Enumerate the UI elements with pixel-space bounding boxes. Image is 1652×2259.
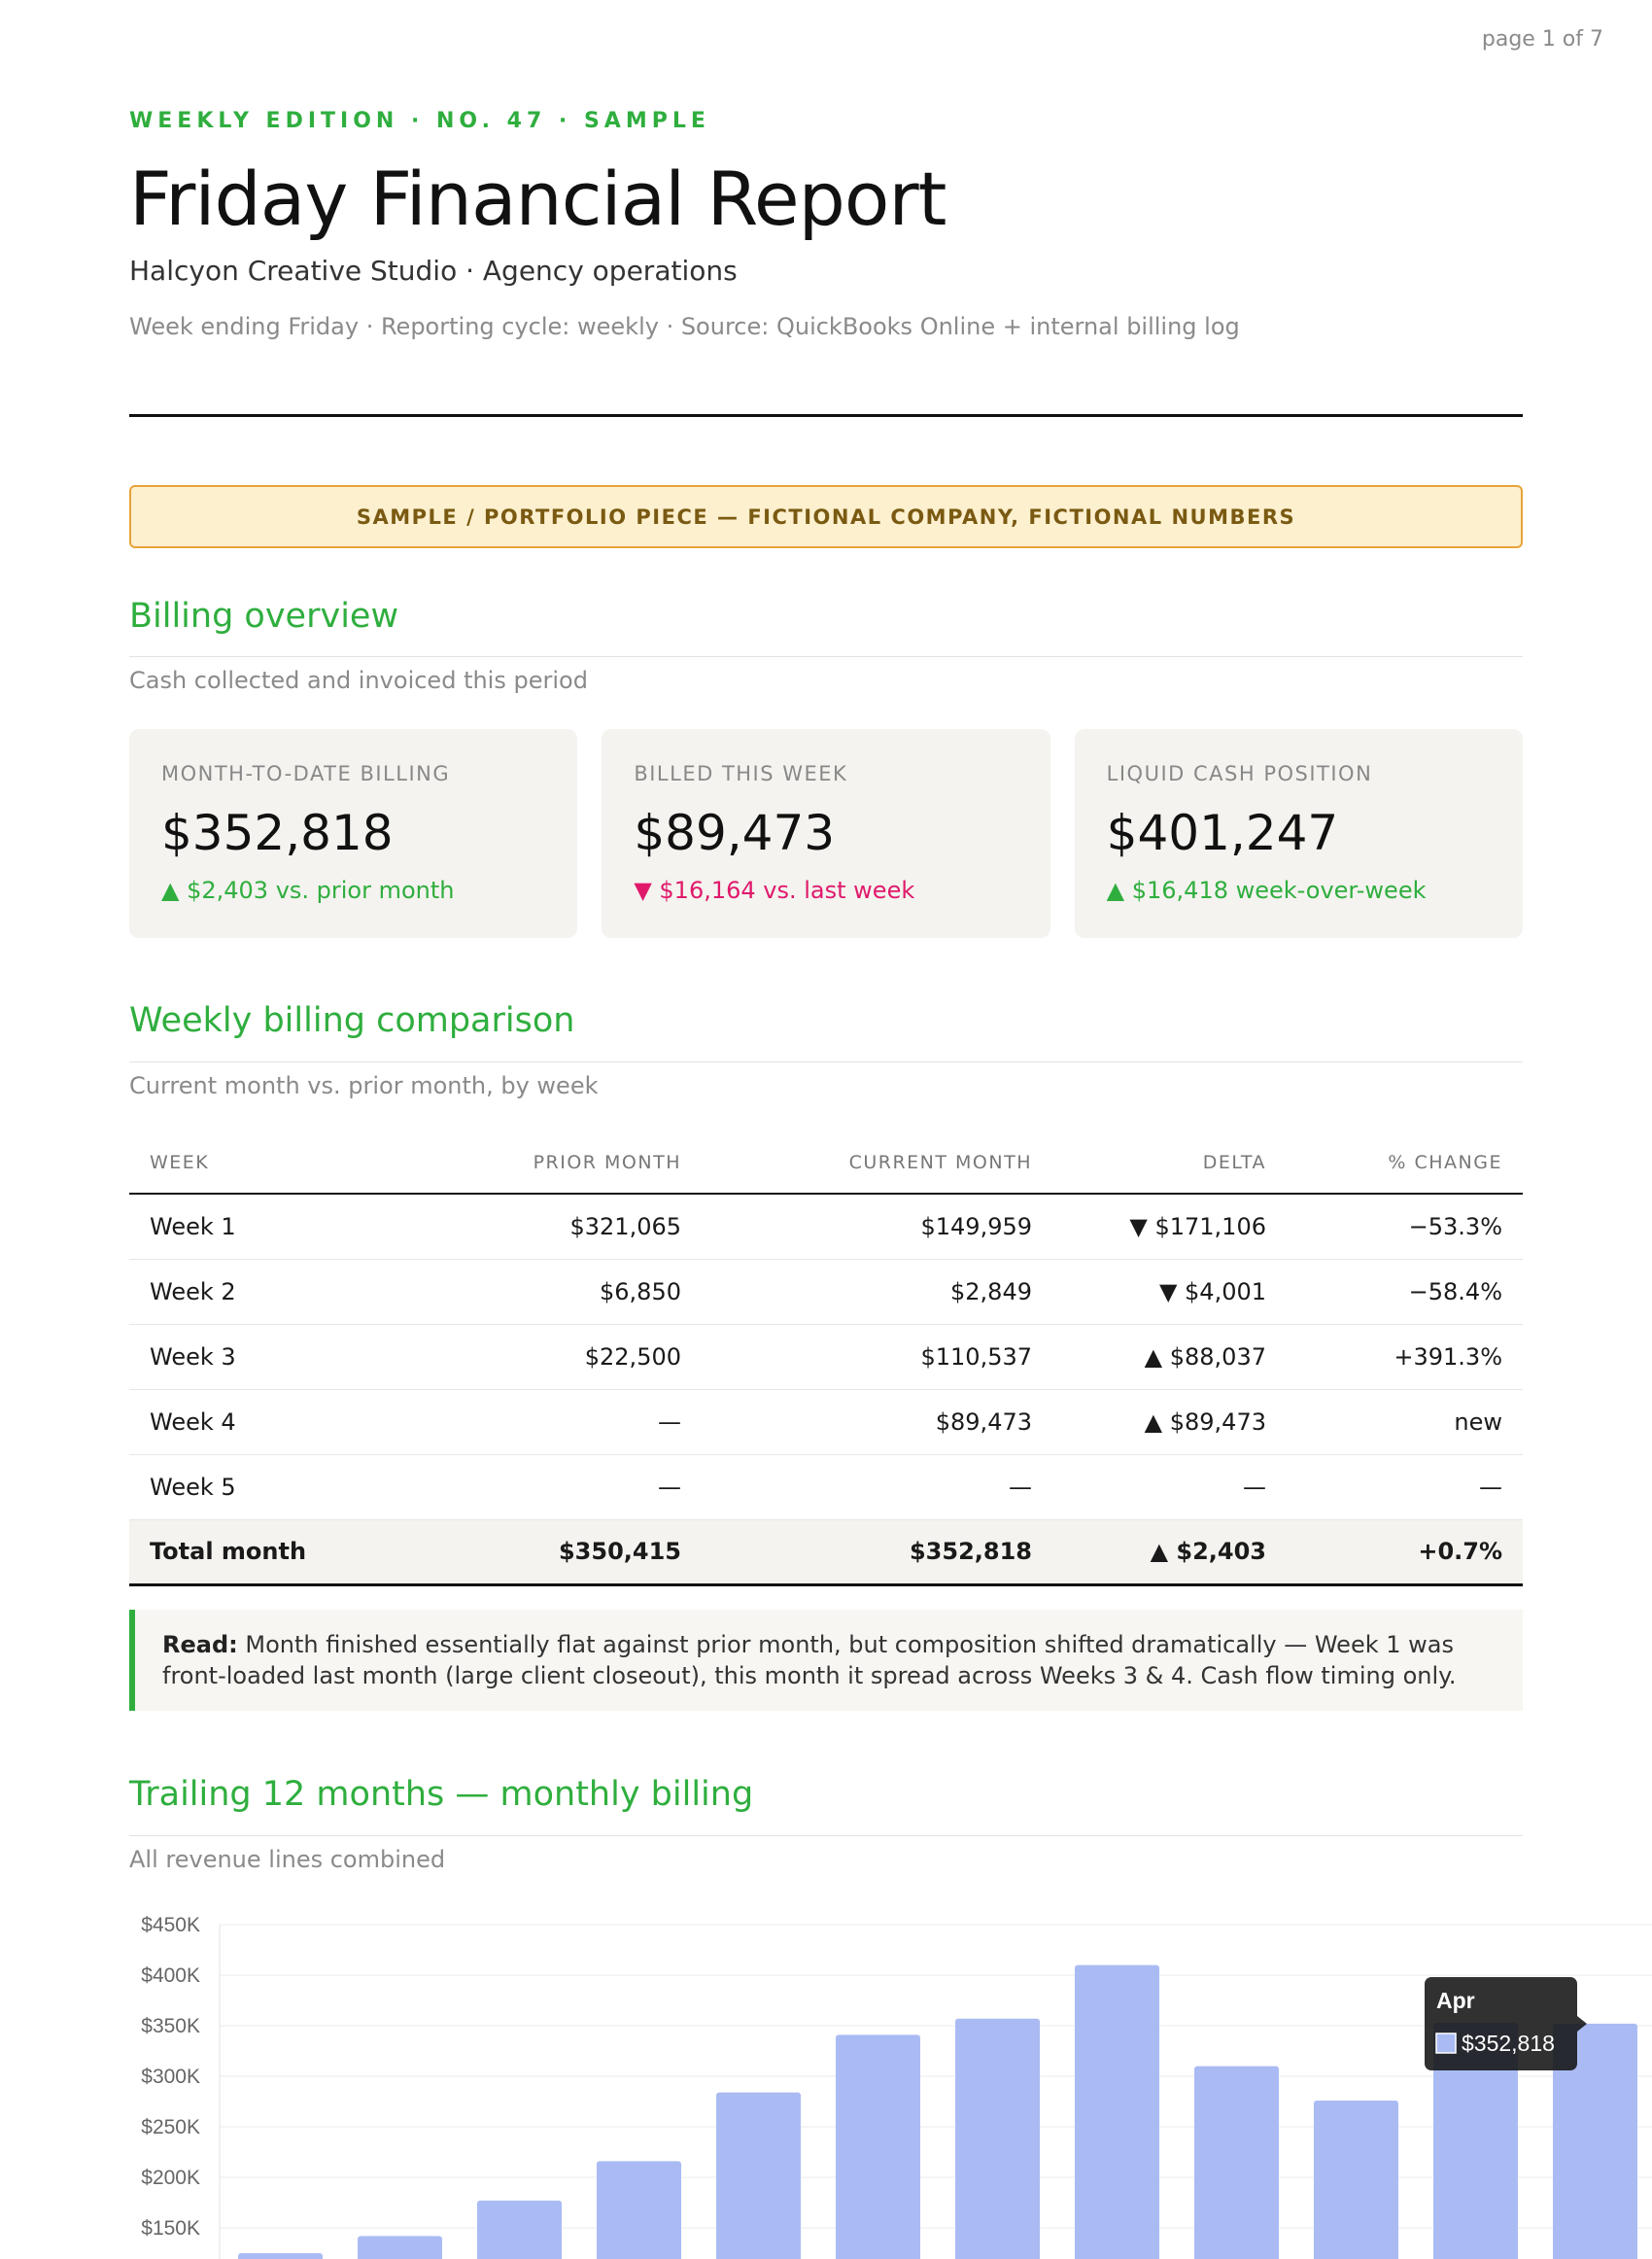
table-row: Week 2 $6,850 $2,849 ▼ $4,001 −58.4% (129, 1259, 1523, 1325)
table-header-row: WEEK PRIOR MONTH CURRENT MONTH DELTA % C… (129, 1131, 1523, 1195)
sample-banner: SAMPLE / PORTFOLIO PIECE — FICTIONAL COM… (129, 485, 1523, 548)
kpi-delta: ▲ $2,403 vs. prior month (161, 877, 455, 904)
chart-bar[interactable] (1075, 1964, 1159, 2259)
y-tick-label: $250K (141, 2116, 200, 2138)
page-indicator: page 1 of 7 (1481, 27, 1603, 52)
y-tick-label: $350K (141, 2015, 200, 2037)
delta-cell: — (1052, 1454, 1287, 1520)
prior-cell: — (380, 1454, 702, 1520)
kpi-value: $352,818 (161, 805, 394, 861)
column-header-current-month: CURRENT MONTH (702, 1131, 1052, 1195)
week-cell: Week 2 (129, 1259, 380, 1325)
table-row: Week 4 — $89,473 ▲ $89,473 new (129, 1389, 1523, 1455)
pct-cell: new (1287, 1389, 1523, 1455)
chart-bar[interactable] (477, 2200, 562, 2259)
monthly-billing-chart: $450K $400K $350K $300K $250K $200K $150K Apr $… (141, 1914, 1652, 2259)
pct-cell: +0.7% (1287, 1519, 1523, 1586)
week-cell: Week 5 (129, 1454, 380, 1520)
y-tick-label: $300K (141, 2066, 200, 2088)
column-header-pct-change: % CHANGE (1287, 1131, 1523, 1195)
callout-text: Month finished essentially flat against … (162, 1631, 1457, 1689)
kpi-label: BILLED THIS WEEK (634, 762, 848, 785)
tooltip-value: $352,818 (1462, 2031, 1555, 2056)
pct-cell: −58.4% (1287, 1259, 1523, 1325)
y-tick-label: $150K (141, 2217, 200, 2240)
prior-cell: $6,850 (380, 1259, 702, 1325)
kpi-delta: ▼ $16,164 vs. last week (634, 877, 915, 904)
delta-cell: ▲ $88,037 (1052, 1324, 1287, 1390)
current-cell: $110,537 (702, 1324, 1052, 1390)
trailing-12-subtitle: All revenue lines combined (129, 1846, 446, 1873)
current-cell: $149,959 (702, 1194, 1052, 1260)
kpi-label: LIQUID CASH POSITION (1106, 762, 1373, 785)
week-cell: Week 3 (129, 1324, 380, 1390)
pct-cell: −53.3% (1287, 1194, 1523, 1260)
delta-cell: ▲ $89,473 (1052, 1389, 1287, 1455)
delta-cell: ▼ $4,001 (1052, 1259, 1287, 1325)
y-tick-label: $400K (141, 1964, 200, 1987)
chart-bar[interactable] (358, 2236, 442, 2259)
edition-eyebrow: WEEKLY EDITION · NO. 47 · SAMPLE (129, 109, 710, 133)
current-cell: $352,818 (702, 1519, 1052, 1586)
tooltip-swatch (1435, 2033, 1457, 2054)
week-cell: Week 4 (129, 1389, 380, 1455)
prior-cell: — (380, 1389, 702, 1455)
chart-bar[interactable] (955, 2018, 1040, 2259)
report-subtitle: Halcyon Creative Studio · Agency operati… (129, 255, 738, 287)
table-total-row: Total month $350,415 $352,818 ▲ $2,403 +… (129, 1519, 1523, 1586)
chart-bar[interactable] (1194, 2066, 1279, 2259)
pct-cell: — (1287, 1454, 1523, 1520)
prior-cell: $350,415 (380, 1519, 702, 1586)
current-cell: $89,473 (702, 1389, 1052, 1455)
chart-bar[interactable] (1314, 2100, 1398, 2259)
chart-bar[interactable] (836, 2034, 920, 2259)
prior-cell: $321,065 (380, 1194, 702, 1260)
kpi-label: MONTH-TO-DATE BILLING (161, 762, 451, 785)
kpi-cards: MONTH-TO-DATE BILLING $352,818 ▲ $2,403 … (129, 729, 1523, 938)
weekly-comparison-subtitle: Current month vs. prior month, by week (129, 1072, 599, 1099)
weekly-comparison-heading: Weekly billing comparison (129, 1001, 575, 1040)
section-divider (129, 656, 1523, 657)
billing-overview-heading: Billing overview (129, 597, 399, 636)
kpi-value: $89,473 (634, 805, 836, 861)
week-cell: Total month (129, 1519, 380, 1586)
y-tick-label: $200K (141, 2167, 200, 2189)
weekly-comparison-table: WEEK PRIOR MONTH CURRENT MONTH DELTA % C… (129, 1131, 1523, 1586)
kpi-value: $401,247 (1106, 805, 1339, 861)
chart-bar[interactable] (597, 2161, 681, 2259)
table-row: Week 5 — — — — (129, 1454, 1523, 1520)
kpi-card-liquid-cash: LIQUID CASH POSITION $401,247 ▲ $16,418 … (1074, 729, 1523, 938)
column-header-delta: DELTA (1052, 1131, 1287, 1195)
chart-bar[interactable] (716, 2092, 801, 2259)
table-row: Week 3 $22,500 $110,537 ▲ $88,037 +391.3… (129, 1324, 1523, 1390)
report-title: Friday Financial Report (129, 156, 946, 242)
column-header-week: WEEK (129, 1131, 380, 1195)
y-tick-label: $450K (141, 1914, 200, 1936)
y-axis-labels: $450K $400K $350K $300K $250K $200K $150K (141, 1914, 200, 2240)
header-rule (129, 414, 1523, 417)
prior-cell: $22,500 (380, 1324, 702, 1390)
kpi-card-billed-this-week: BILLED THIS WEEK $89,473 ▼ $16,164 vs. l… (602, 729, 1050, 938)
delta-cell: ▲ $2,403 (1052, 1519, 1287, 1586)
pct-cell: +391.3% (1287, 1324, 1523, 1390)
callout-lead: Read: (162, 1631, 238, 1658)
delta-cell: ▼ $171,106 (1052, 1194, 1287, 1260)
billing-overview-subtitle: Cash collected and invoiced this period (129, 667, 588, 694)
week-cell: Week 1 (129, 1194, 380, 1260)
section-divider (129, 1061, 1523, 1062)
tooltip-label: Apr (1436, 1988, 1475, 2013)
column-header-prior-month: PRIOR MONTH (380, 1131, 702, 1195)
kpi-card-mtd-billing: MONTH-TO-DATE BILLING $352,818 ▲ $2,403 … (129, 729, 578, 938)
section-divider (129, 1835, 1523, 1836)
current-cell: $2,849 (702, 1259, 1052, 1325)
report-meta: Week ending Friday · Reporting cycle: we… (129, 313, 1240, 340)
kpi-delta: ▲ $16,418 week-over-week (1106, 877, 1427, 904)
chart-tooltip: Apr $352,818 (1425, 1977, 1587, 2070)
current-cell: — (702, 1454, 1052, 1520)
table-row: Week 1 $321,065 $149,959 ▼ $171,106 −53.… (129, 1194, 1523, 1260)
trailing-12-heading: Trailing 12 months — monthly billing (129, 1775, 754, 1814)
chart-bar[interactable] (238, 2253, 323, 2259)
read-callout: Read: Month finished essentially flat ag… (129, 1610, 1523, 1711)
